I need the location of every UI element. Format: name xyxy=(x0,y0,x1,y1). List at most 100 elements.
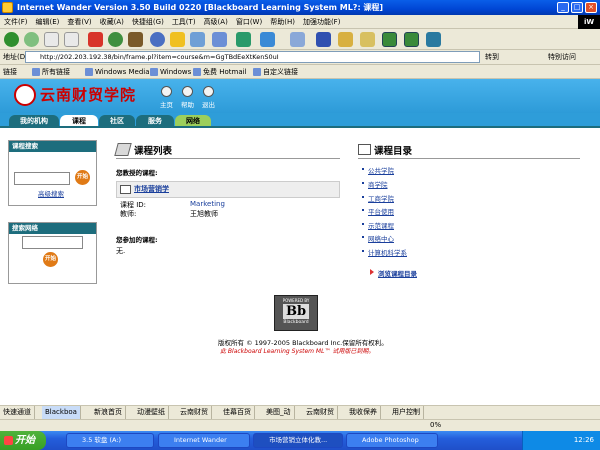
catalog-book-icon xyxy=(358,144,371,155)
menu-tools[interactable]: 工具(T) xyxy=(168,15,200,29)
catalog-item[interactable]: 工商学院 xyxy=(362,193,394,203)
mail-icon[interactable] xyxy=(212,32,227,47)
link-hotmail[interactable]: 免费 Hotmail xyxy=(193,65,247,79)
enrolled-label: 您参加的课程: xyxy=(116,236,158,244)
badge-top-text: POWERED BY xyxy=(282,298,310,303)
menu-help[interactable]: 帮助(H) xyxy=(266,15,299,29)
course-search-title: 课程搜索 xyxy=(9,141,96,152)
quick-item[interactable]: Blackboa xyxy=(42,406,81,419)
link-all[interactable]: 所有链接 xyxy=(32,65,70,79)
links-label: 链接 xyxy=(3,68,17,76)
links-bar: 链接 所有链接 Windows Media Windows 免费 Hotmail… xyxy=(0,65,600,79)
catalog-item[interactable]: 网络中心 xyxy=(362,233,394,243)
quick-item[interactable]: 我收保养 xyxy=(346,406,381,419)
menu-enhance[interactable]: 加强功能(F) xyxy=(299,15,345,29)
logout-label[interactable]: 退出 xyxy=(202,99,215,109)
quick-item[interactable]: 用户控制 xyxy=(389,406,424,419)
task-photoshop[interactable]: Adobe Photoshop xyxy=(346,433,438,448)
address-input[interactable]: http://202.203.192.38/bin/frame.pl?item=… xyxy=(25,51,480,63)
save-icon[interactable] xyxy=(316,32,331,47)
task-marketing[interactable]: 市场营销立体化教... xyxy=(253,433,343,448)
window-icon[interactable] xyxy=(290,32,305,47)
link-windows[interactable]: Windows xyxy=(150,65,191,79)
advanced-search-link[interactable]: 高级搜索 xyxy=(38,188,64,198)
menu-window[interactable]: 窗口(W) xyxy=(232,15,266,29)
brush-icon[interactable] xyxy=(360,32,375,47)
folder-icon[interactable] xyxy=(338,32,353,47)
web-search-input[interactable] xyxy=(22,236,83,249)
progress-text: 0% xyxy=(430,421,442,429)
catalog-item[interactable]: 计算机科学系 xyxy=(362,247,407,257)
quick-item[interactable]: 新浪首页 xyxy=(91,406,126,419)
refresh-icon[interactable] xyxy=(108,32,123,47)
site-name: 云南财贸学院 xyxy=(40,86,137,104)
logout-icon[interactable] xyxy=(203,86,214,97)
browse-arrow-icon xyxy=(370,269,374,275)
link-windows-media[interactable]: Windows Media xyxy=(85,65,150,79)
maximize-icon[interactable]: □ xyxy=(571,2,583,13)
book-icon xyxy=(120,185,131,194)
print-icon[interactable] xyxy=(236,32,251,47)
back-icon[interactable] xyxy=(4,32,19,47)
minimize-icon[interactable]: _ xyxy=(557,2,569,13)
blackboard-badge: POWERED BY Bb Blackboard xyxy=(274,295,318,331)
task-internet-wander[interactable]: Internet Wander xyxy=(158,433,250,448)
trial-expired-text: 此 Blackboard Learning System ML™ 试用版已到期。 xyxy=(220,348,375,355)
task-floppy[interactable]: 3.5 软盘 (A:) xyxy=(66,433,154,448)
catalog-title: 课程目录 xyxy=(374,146,413,157)
cascade-icon[interactable] xyxy=(404,32,419,47)
course-list-rule xyxy=(116,158,340,159)
brand-logo: iW xyxy=(578,15,600,29)
favorites-icon[interactable] xyxy=(170,32,185,47)
forward-icon[interactable] xyxy=(24,32,39,47)
quick-item[interactable]: 美图_动 xyxy=(263,406,295,419)
edit-icon[interactable] xyxy=(260,32,275,47)
catalog-item[interactable]: 平台使用 xyxy=(362,206,394,216)
menu-favorites[interactable]: 收藏(A) xyxy=(96,15,128,29)
catalog-item[interactable]: 示范课程 xyxy=(362,220,394,230)
special-visit-button[interactable]: 特别访问 xyxy=(548,52,576,62)
quick-item[interactable]: 佳幕百货 xyxy=(220,406,255,419)
link-custom[interactable]: 自定义链接 xyxy=(253,65,298,79)
quick-item[interactable]: 动漫壁纸 xyxy=(134,406,169,419)
windows-flag-icon xyxy=(4,436,13,445)
web-search-title: 搜索网络 xyxy=(9,223,96,234)
tile-icon[interactable] xyxy=(382,32,397,47)
tab-row: 我的机构 课程 社区 服务 网络 xyxy=(0,113,600,127)
menu-advanced[interactable]: 高级(A) xyxy=(200,15,232,29)
course-search-input[interactable] xyxy=(14,172,70,185)
catalog-item[interactable]: 公共学院 xyxy=(362,165,394,175)
course-id-value: Marketing xyxy=(190,200,225,208)
help-icon[interactable] xyxy=(182,86,193,97)
quick-item[interactable]: 云南财贸 xyxy=(303,406,338,419)
stop-icon[interactable] xyxy=(88,32,103,47)
window-titlebar: Internet Wander Version 3.50 Build 0220 … xyxy=(0,0,600,15)
web-search-go-button[interactable]: 开始 xyxy=(43,252,58,267)
page-icon[interactable] xyxy=(44,32,59,47)
menu-edit[interactable]: 编辑(E) xyxy=(32,15,64,29)
layout-icon[interactable] xyxy=(426,32,441,47)
quick-item[interactable]: 快速通道 xyxy=(0,406,35,419)
course-search-go-button[interactable]: 开始 xyxy=(75,170,90,185)
page-blank-icon[interactable] xyxy=(64,32,79,47)
badge-bottom-text: Blackboard xyxy=(283,320,309,325)
quick-bar: 快速通道 Blackboa 新浪首页 动漫壁纸 云南财贸 佳幕百货 美图_动 云… xyxy=(0,405,600,419)
quick-item[interactable]: 云南财贸 xyxy=(177,406,212,419)
close-icon[interactable]: × xyxy=(585,2,597,13)
course-link[interactable]: 市场营销学 xyxy=(134,184,169,194)
home-icon[interactable] xyxy=(128,32,143,47)
menu-file[interactable]: 文件(F) xyxy=(0,15,32,29)
address-url: http://202.203.192.38/bin/frame.pl?item=… xyxy=(40,53,279,61)
help-label[interactable]: 帮助 xyxy=(181,99,194,109)
search-icon[interactable] xyxy=(150,32,165,47)
browse-catalog-link[interactable]: 浏览课程目录 xyxy=(378,268,417,278)
catalog-item[interactable]: 商学院 xyxy=(362,179,388,189)
menu-view[interactable]: 查看(V) xyxy=(63,15,95,29)
menu-groups[interactable]: 快捷组(G) xyxy=(128,15,168,29)
home-icon[interactable] xyxy=(161,86,172,97)
badge-logo: Bb xyxy=(283,304,309,319)
home-label[interactable]: 主页 xyxy=(160,99,173,109)
go-button[interactable]: 转到 xyxy=(485,52,499,62)
menu-bar: 文件(F) 编辑(E) 查看(V) 收藏(A) 快捷组(G) 工具(T) 高级(A) 窗口(W… xyxy=(0,15,600,29)
history-icon[interactable] xyxy=(190,32,205,47)
